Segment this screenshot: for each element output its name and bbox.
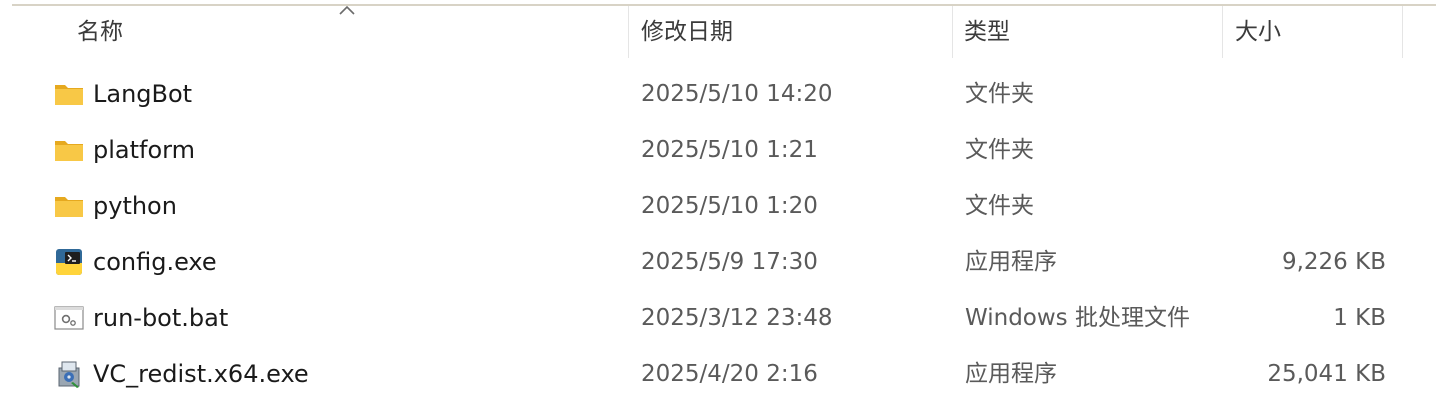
column-header-date-modified[interactable]: 修改日期 [641, 6, 733, 58]
file-name: run-bot.bat [93, 304, 229, 332]
file-name: VC_redist.x64.exe [93, 360, 309, 388]
column-header-size[interactable]: 大小 [1235, 6, 1281, 58]
file-name: LangBot [93, 80, 193, 108]
file-date-modified: 2025/5/10 14:20 [641, 81, 833, 107]
file-date-modified: 2025/5/9 17:30 [641, 249, 818, 275]
chevron-up-icon[interactable] [338, 4, 356, 16]
folder-icon [55, 141, 83, 161]
file-type: 文件夹 [965, 137, 1034, 163]
file-size: 25,041 KB [1267, 361, 1386, 387]
file-row[interactable]: LangBot 2025/5/10 14:20 文件夹 [0, 66, 1436, 122]
file-type: 应用程序 [965, 249, 1057, 275]
installer-icon [58, 361, 80, 388]
file-list: LangBot 2025/5/10 14:20 文件夹 platform 202… [0, 66, 1436, 402]
file-type: Windows 批处理文件 [965, 305, 1190, 331]
file-row[interactable]: VC_redist.x64.exe 2025/4/20 2:16 应用程序 25… [0, 346, 1436, 402]
file-date-modified: 2025/5/10 1:20 [641, 193, 818, 219]
folder-icon [55, 85, 83, 105]
column-header-type[interactable]: 类型 [964, 6, 1010, 58]
file-date-modified: 2025/3/12 23:48 [641, 305, 833, 331]
file-row[interactable]: platform 2025/5/10 1:21 文件夹 [0, 122, 1436, 178]
column-header-name[interactable]: 名称 [77, 6, 123, 58]
file-size: 9,226 KB [1281, 249, 1386, 275]
folder-icon [55, 197, 83, 217]
column-header-row: 名称 修改日期 类型 大小 [0, 4, 1436, 58]
file-name: config.exe [93, 248, 217, 276]
column-divider[interactable] [1222, 6, 1223, 58]
file-type: 文件夹 [965, 81, 1034, 107]
column-divider[interactable] [952, 6, 953, 58]
file-size: 1 KB [1333, 305, 1386, 331]
file-explorer-list: 名称 修改日期 类型 大小 LangBot 2025/5/10 14:20 文件… [0, 0, 1436, 418]
column-divider[interactable] [628, 6, 629, 58]
file-name: platform [93, 136, 195, 164]
file-name: python [93, 192, 177, 220]
file-date-modified: 2025/5/10 1:21 [641, 137, 818, 163]
column-divider[interactable] [1402, 6, 1403, 58]
file-row[interactable]: python 2025/5/10 1:20 文件夹 [0, 178, 1436, 234]
file-type: 文件夹 [965, 193, 1034, 219]
file-type: 应用程序 [965, 361, 1057, 387]
file-date-modified: 2025/4/20 2:16 [641, 361, 818, 387]
file-row[interactable]: config.exe 2025/5/9 17:30 应用程序 9,226 KB [0, 234, 1436, 290]
file-row[interactable]: run-bot.bat 2025/3/12 23:48 Windows 批处理文… [0, 290, 1436, 346]
python-exe-icon [56, 249, 82, 275]
batch-file-icon [54, 306, 84, 330]
